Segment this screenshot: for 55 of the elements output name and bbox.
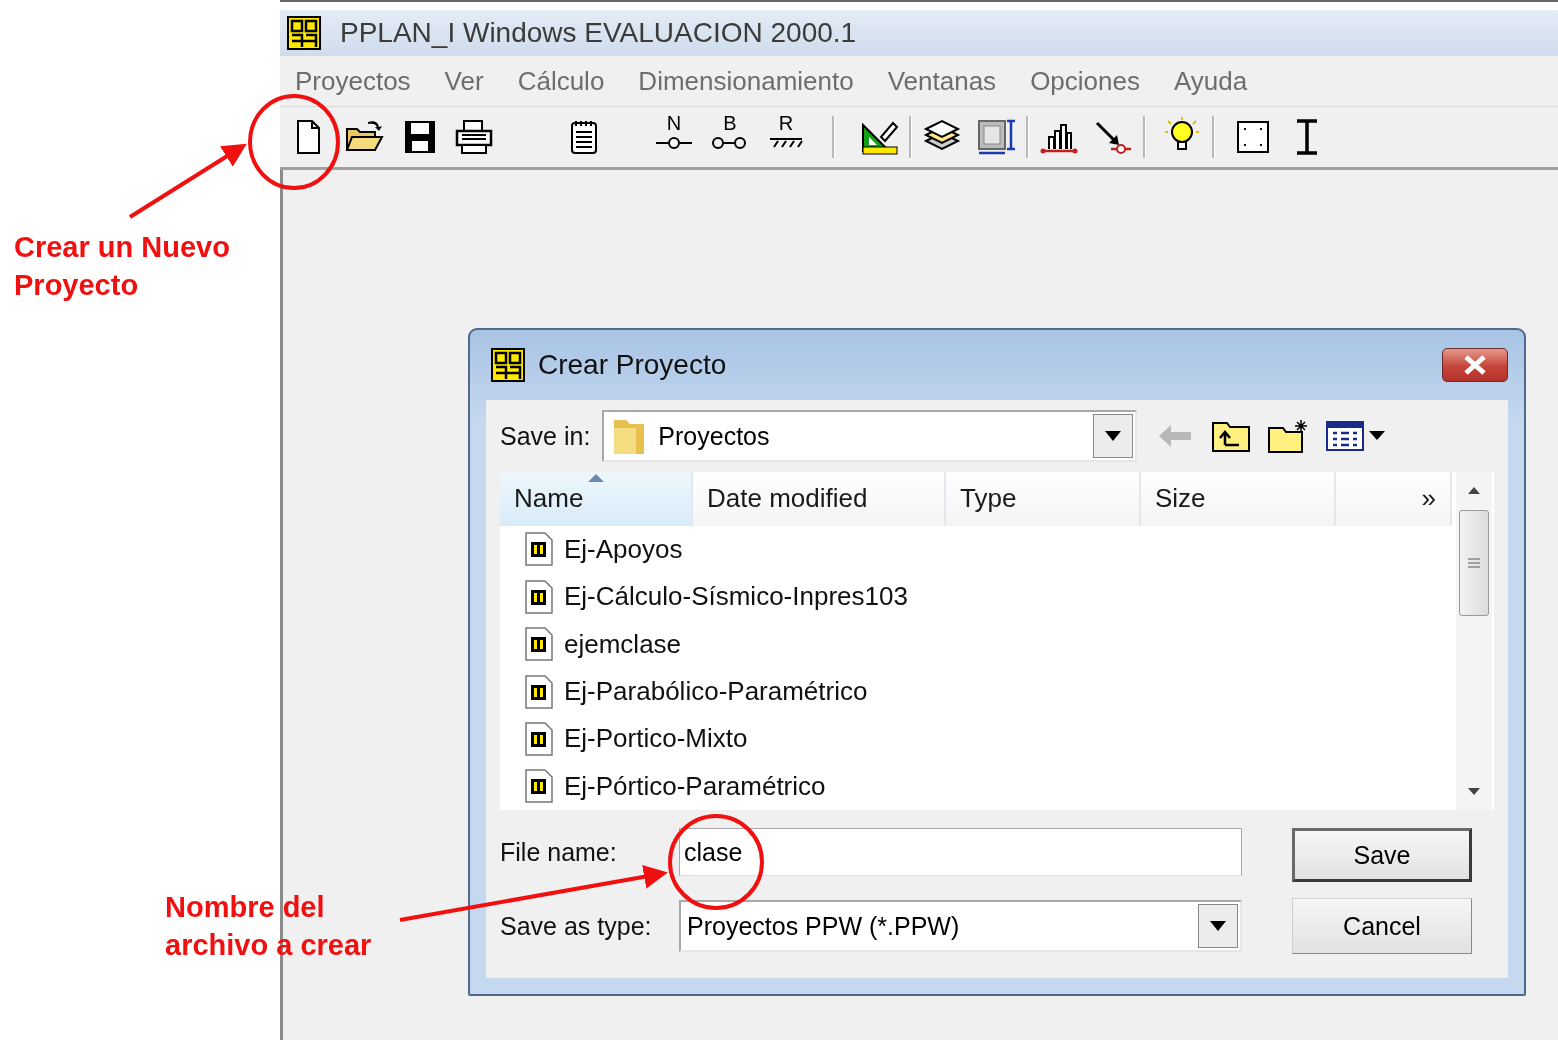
- new-folder-icon[interactable]: [1267, 418, 1310, 454]
- close-button[interactable]: [1442, 348, 1508, 382]
- dialog-title: Crear Proyecto: [538, 349, 727, 381]
- column-header[interactable]: Type: [946, 472, 1141, 526]
- view-menu-icon[interactable]: [1325, 419, 1388, 453]
- menu-item[interactable]: Ventanas: [887, 65, 997, 97]
- dialog-button[interactable]: Cancel: [1292, 898, 1472, 954]
- annotation-text: Nombre del archivo a crear: [165, 890, 373, 963]
- column-header[interactable]: Date modified: [693, 472, 946, 526]
- up-folder-icon[interactable]: [1211, 419, 1252, 453]
- field-label: Save in:: [500, 421, 591, 451]
- menu-item[interactable]: Ayuda: [1173, 65, 1248, 97]
- menu-item[interactable]: Dimensionamiento: [638, 65, 854, 97]
- file-name[interactable]: Ej-Cálculo-Sísmico-Inpres103: [564, 581, 908, 613]
- app-logo-icon: [490, 347, 526, 383]
- document-icon: [524, 532, 554, 567]
- annotation-text: Crear un Nuevo Proyecto: [14, 230, 231, 303]
- document-icon: [524, 579, 554, 614]
- toolbar-letter-button[interactable]: N: [654, 113, 694, 161]
- menu-item[interactable]: Cálculo: [517, 65, 605, 97]
- document-icon: [524, 627, 554, 662]
- dropdown-button[interactable]: [1093, 414, 1134, 458]
- column-header[interactable]: »: [1336, 472, 1452, 526]
- file-name[interactable]: Ej-Apoyos: [564, 533, 683, 565]
- field-label: File name:: [500, 837, 617, 867]
- document-icon: [524, 674, 554, 709]
- toolbar-letter-button[interactable]: R: [766, 113, 806, 161]
- file-name[interactable]: Ej-Parabólico-Paramétrico: [564, 676, 868, 708]
- frame-dimension-icon[interactable]: [976, 117, 1016, 157]
- file-name[interactable]: ejemclase: [564, 628, 682, 660]
- menu-item[interactable]: Ver: [444, 65, 484, 97]
- window-title: PPLAN_I Windows EVALUACION 2000.1: [340, 17, 857, 49]
- toolbar-letter-button[interactable]: B: [710, 113, 750, 161]
- document-icon: [524, 721, 554, 756]
- dialog-button[interactable]: Save: [1292, 828, 1472, 882]
- field-label: Save as type:: [500, 911, 652, 941]
- file-name[interactable]: Ej-Pórtico-Paramétrico: [564, 770, 826, 802]
- dropdown-button[interactable]: [1198, 904, 1238, 948]
- file-type-dropdown[interactable]: Proyectos PPW (*.PPW): [679, 900, 1242, 952]
- app-logo-icon: [286, 15, 322, 51]
- folder-dropdown[interactable]: Proyectos: [602, 410, 1138, 462]
- printer-icon[interactable]: [454, 117, 494, 157]
- grip-icon: [1467, 557, 1481, 569]
- file-name-field[interactable]: clase: [679, 828, 1242, 876]
- menu-item[interactable]: Opciones: [1030, 65, 1140, 97]
- menu-item[interactable]: Proyectos: [295, 65, 411, 97]
- column-header[interactable]: Name: [500, 472, 693, 526]
- sort-arrow-icon: [588, 474, 604, 482]
- document-icon: [524, 769, 554, 804]
- dropdown-arrow-icon: [1210, 921, 1226, 931]
- column-header[interactable]: Size: [1141, 472, 1336, 526]
- scrollbar[interactable]: [1456, 472, 1492, 810]
- dropdown-arrow-icon: [1105, 431, 1122, 441]
- close-icon: [1462, 354, 1488, 376]
- file-name[interactable]: Ej-Portico-Mixto: [564, 723, 748, 755]
